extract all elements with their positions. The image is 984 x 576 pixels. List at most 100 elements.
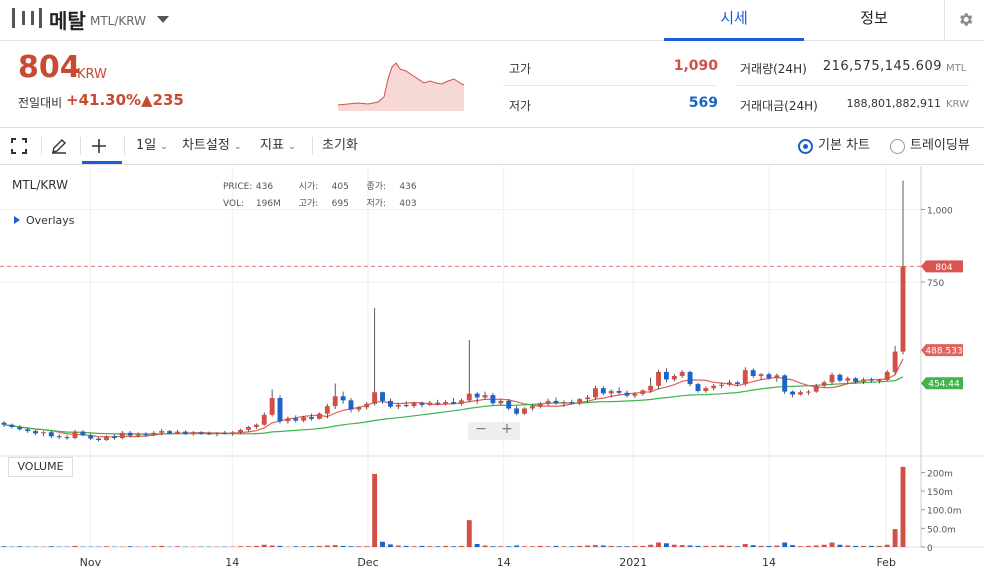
volume-bar [482,545,488,547]
volume-bar [585,545,591,547]
gear-icon [960,13,973,26]
candle-body [175,431,180,434]
reset-button[interactable]: 초기화 [322,128,358,164]
chart-settings-select[interactable]: 차트설정 ⌄ [182,128,242,164]
ohlc-close-value: 436 [399,182,417,192]
fullscreen-icon [11,138,27,154]
candle-body [561,402,567,404]
volume-panel-label: VOLUME [8,457,73,477]
volume-bar [537,545,543,547]
candle [711,384,717,391]
candle-body [64,437,70,439]
price-chart[interactable]: Nov 14 Dec 14 2021 14 Feb 1,000 750 200m 150m 100.0… [0,166,984,576]
candle [96,436,102,442]
volume-bar [48,546,54,547]
volume-bar [561,546,567,547]
candlestick-chart-svg[interactable]: Nov 14 Dec 14 2021 14 Feb 1,000 750 200m 150m 100.0… [0,166,984,576]
candle [900,180,906,355]
period-select[interactable]: 1일 ⌄ [136,128,168,164]
coin-pair: MTL/KRW [90,14,146,28]
volume-bar [253,545,259,547]
ma-short-tag-text: 488.533 [925,347,962,357]
candle-body [537,403,543,407]
pencil-icon [52,139,66,154]
ohlc-high-label: 고가: [298,199,319,209]
candle [829,372,835,385]
candle-body [324,406,330,414]
basic-chart-label[interactable]: 기본 차트 [818,128,870,164]
volume-bar [821,544,827,547]
fullscreen-button[interactable] [10,128,34,164]
candle [348,398,354,413]
candle [182,430,188,436]
candle [474,392,480,404]
volume-bar [845,545,851,547]
low-label: 저가 [509,99,532,113]
trading-view-label[interactable]: 트레이딩뷰 [910,128,970,164]
candle-body [671,375,677,380]
candle [545,398,551,406]
candle-body [758,374,764,376]
candle-body [474,393,480,398]
overlays-toggle[interactable]: Overlays [14,214,75,227]
volume-bar [403,545,409,547]
volume-bar [742,544,748,547]
chart-settings-label: 차트설정 [182,138,230,153]
volume-bar [593,545,598,547]
candle [593,385,598,400]
candle [253,423,259,429]
volume-bar [798,546,803,547]
volume-bar [324,545,330,547]
draw-button[interactable] [50,128,72,164]
toolbar-divider [312,137,313,155]
candle-body [309,417,314,419]
basic-chart-radio[interactable] [798,139,813,154]
zoom-control: − + [468,421,520,440]
ma-short-line [3,358,904,438]
candle-body [253,424,259,427]
candle [451,398,456,405]
candle-body [238,429,244,433]
candle-body [356,407,362,410]
trading-view-radio[interactable] [890,139,905,154]
candle-body [427,402,433,405]
volume-bar [876,545,882,547]
candle-body [687,371,693,385]
zoom-out-button[interactable]: − [468,421,494,437]
candle [277,395,283,424]
candle-body [451,402,456,404]
candle-body [506,400,512,409]
candle-body [222,432,228,434]
candle-body [214,432,220,434]
coin-select-chevron-down-icon[interactable] [157,16,169,23]
candle-body [104,436,109,441]
indicators-select[interactable]: 지표 ⌄ [260,128,296,164]
candle-body [798,392,803,395]
candle [648,377,654,393]
overlays-label: Overlays [26,214,75,227]
volume-bar [656,542,661,547]
volume-bar [608,545,614,547]
candle [466,340,472,403]
candle-body [1,422,7,425]
tab-info[interactable]: 정보 [804,0,944,41]
candle-body [900,266,906,352]
candle [403,401,409,408]
candle-body [869,379,874,381]
tab-price[interactable]: 시세 [664,0,804,41]
zoom-in-button[interactable]: + [494,421,520,437]
settings-button[interactable] [944,0,984,41]
candle-body [608,391,614,394]
volume-bar [309,546,314,547]
candle-body [782,375,788,392]
candle-body [892,351,898,372]
candle [309,413,314,421]
volume-bar [529,546,535,547]
candle [821,380,827,388]
crosshair-button[interactable] [90,128,112,164]
volume-bar [474,544,480,547]
candle-body [876,380,882,382]
candle-body [40,432,46,434]
chart-symbol: MTL/KRW [12,178,68,192]
candle [482,391,488,400]
